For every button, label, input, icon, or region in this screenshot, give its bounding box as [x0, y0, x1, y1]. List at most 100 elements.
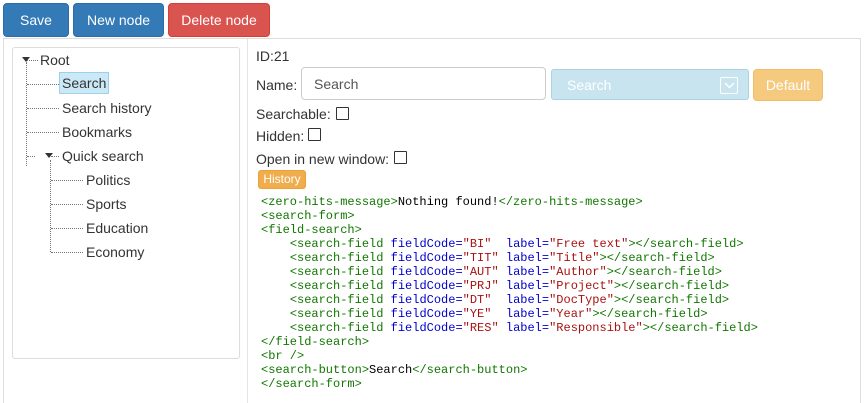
tree-node-sports[interactable]: Sports [84, 193, 128, 215]
node-id: ID:21 [256, 47, 289, 65]
code-token-attr: label= [505, 321, 550, 335]
code-line: <br /> [261, 349, 304, 363]
code-line: </field-search> [261, 335, 369, 349]
code-line: <search-button>Search</search-button> [261, 363, 527, 377]
code-token-tag: ></search-field> [613, 293, 730, 307]
code-token-attr: fieldCode= [390, 279, 463, 293]
code-token-str: "PRJ" [462, 279, 499, 293]
hidden-checkbox[interactable] [308, 128, 321, 141]
code-token-tag: <br /> [261, 349, 305, 363]
code-token-tag: <search-field [289, 321, 391, 335]
panel-divider [247, 39, 248, 403]
code-line: <field-search> [261, 223, 362, 237]
tree-connector [51, 156, 59, 157]
code-token-txt: Search [369, 363, 413, 377]
code-token-tag: <search-field [289, 307, 391, 321]
tree-node-search[interactable]: Search [59, 72, 110, 94]
code-token-tag: <search-field [289, 265, 391, 279]
tree-node-quick-search[interactable]: Quick search [60, 145, 146, 167]
tree-node-education[interactable]: Education [84, 217, 150, 239]
code-token-tag: <field-search> [261, 223, 362, 237]
code-token-tag: ></search-field> [628, 237, 744, 251]
code-token-tag: <search-field [289, 237, 391, 251]
code-token-tag: <search-form> [261, 209, 355, 223]
code-token-str: "BI" [462, 237, 492, 251]
default-button[interactable]: Default [753, 69, 823, 101]
code-token-str: "YE" [462, 307, 492, 321]
code-line: <search-field fieldCode="DT" label="DocT… [261, 293, 729, 307]
code-token-tag: <search-button> [261, 363, 370, 377]
history-button[interactable]: History [258, 170, 306, 189]
code-token-str: "DocType" [549, 293, 614, 307]
searchable-checkbox[interactable] [336, 107, 349, 120]
code-token-attr: fieldCode= [390, 293, 463, 307]
code-token-attr: label= [505, 265, 550, 279]
tree-connector [27, 132, 59, 133]
new-node-button[interactable]: New node [73, 3, 164, 37]
code-token-tag: </zero-hits-message> [498, 195, 643, 209]
tree-connector [50, 160, 51, 252]
code-token-str: "RES" [462, 321, 499, 335]
code-token-attr: fieldCode= [390, 237, 463, 251]
code-line: <search-field fieldCode="AUT" label="Aut… [261, 265, 722, 279]
delete-node-button[interactable]: Delete node [168, 3, 270, 37]
node-type-selected-value: Search [567, 77, 612, 93]
code-token-tag: ></search-field> [613, 279, 730, 293]
tree-connector [51, 252, 83, 253]
tree-connector [51, 204, 83, 205]
code-token-tag: ></search-field> [642, 321, 758, 335]
save-button[interactable]: Save [3, 3, 69, 37]
tree-connector [27, 156, 35, 157]
code-token-str: "Author" [549, 265, 607, 279]
tree-connector [27, 108, 59, 109]
code-token-tag: ></search-field> [606, 265, 722, 279]
code-line: <search-field fieldCode="BI" label="Free… [261, 237, 744, 251]
tree-node-economy[interactable]: Economy [84, 241, 146, 263]
tree-node-root[interactable]: Root [38, 49, 72, 71]
tree-node-bookmarks[interactable]: Bookmarks [60, 121, 134, 143]
code-token-attr: label= [505, 293, 550, 307]
tree-node-search-history[interactable]: Search history [60, 97, 153, 119]
code-token-tag: <search-field [289, 293, 391, 307]
id-value: 21 [273, 48, 290, 64]
code-token-tag: <zero-hits-message> [261, 195, 398, 209]
code-token-attr: fieldCode= [390, 307, 463, 321]
code-token-attr: label= [505, 279, 550, 293]
code-token-tag: </field-search> [261, 335, 370, 349]
searchable-label: Searchable: [256, 106, 331, 122]
code-line: <search-field fieldCode="TIT" label="Tit… [261, 251, 715, 265]
hidden-label: Hidden: [256, 128, 305, 144]
code-token-tag: </search-form> [261, 377, 362, 391]
node-tree[interactable]: Root Search Search history Bookmarks Qui… [12, 47, 240, 359]
tree-connector [51, 180, 83, 181]
code-token-attr: fieldCode= [390, 265, 463, 279]
name-label: Name: [256, 77, 298, 93]
open-new-window-label: Open in new window: [256, 151, 390, 167]
code-token-str: "Free text" [549, 237, 629, 251]
code-editor[interactable]: <zero-hits-message>Nothing found!</zero-… [261, 195, 758, 391]
code-line: <zero-hits-message>Nothing found!</zero-… [261, 195, 643, 209]
code-token-tag: <search-field [289, 251, 391, 265]
open-new-window-checkbox[interactable] [394, 151, 407, 164]
code-token-str: "Title" [549, 251, 600, 265]
name-input[interactable] [301, 67, 546, 100]
code-line: <search-form> [261, 209, 355, 223]
tree-connector [27, 84, 59, 85]
code-line: <search-field fieldCode="RES" label="Res… [261, 321, 758, 335]
code-token-str: "AUT" [462, 265, 499, 279]
node-type-select[interactable]: Search [551, 69, 749, 100]
code-token-txt: Nothing found! [397, 195, 499, 209]
code-token-tag: </search-button> [412, 363, 528, 377]
tree-node-politics[interactable]: Politics [84, 169, 132, 191]
